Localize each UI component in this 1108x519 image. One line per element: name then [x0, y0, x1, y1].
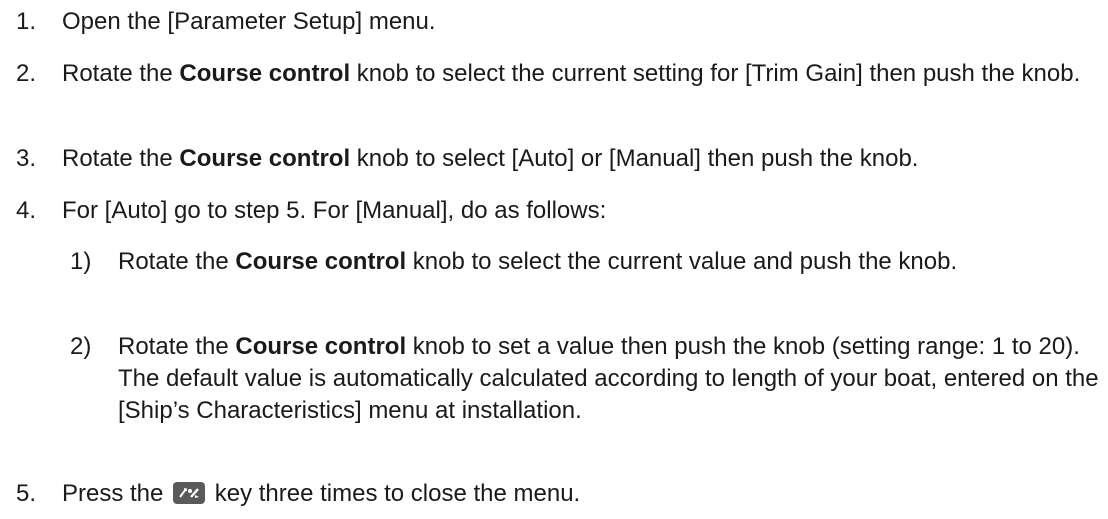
substep-text: Rotate the Course control knob to set a …	[118, 333, 1099, 424]
control-name: Course control	[235, 248, 407, 275]
procedure-document: 1. Open the [Parameter Setup] menu. 2. R…	[0, 0, 1108, 519]
step-number: 1.	[16, 8, 37, 35]
step-text: Press the key three times to close the m…	[62, 480, 581, 507]
step-number: 3.	[16, 145, 37, 172]
menu-escape-key-icon	[173, 482, 206, 504]
control-name: Course control	[179, 145, 351, 172]
step-text: Rotate the Course control knob to select…	[62, 145, 919, 172]
step-text: Rotate the Course control knob to select…	[62, 60, 1081, 87]
substep-text: Rotate the Course control knob to select…	[118, 248, 958, 275]
step-number: 2.	[16, 60, 37, 87]
substep-number: 1)	[70, 248, 92, 275]
step-number: 4.	[16, 197, 37, 224]
control-name: Course control	[235, 333, 407, 360]
step-text: Open the [Parameter Setup] menu.	[62, 8, 436, 35]
substep-number: 2)	[70, 333, 92, 360]
step-number: 5.	[16, 480, 37, 507]
substep-note: The default value is automatically calcu…	[118, 365, 1099, 424]
step-text: For [Auto] go to step 5. For [Manual], d…	[62, 197, 607, 224]
control-name: Course control	[179, 60, 351, 87]
